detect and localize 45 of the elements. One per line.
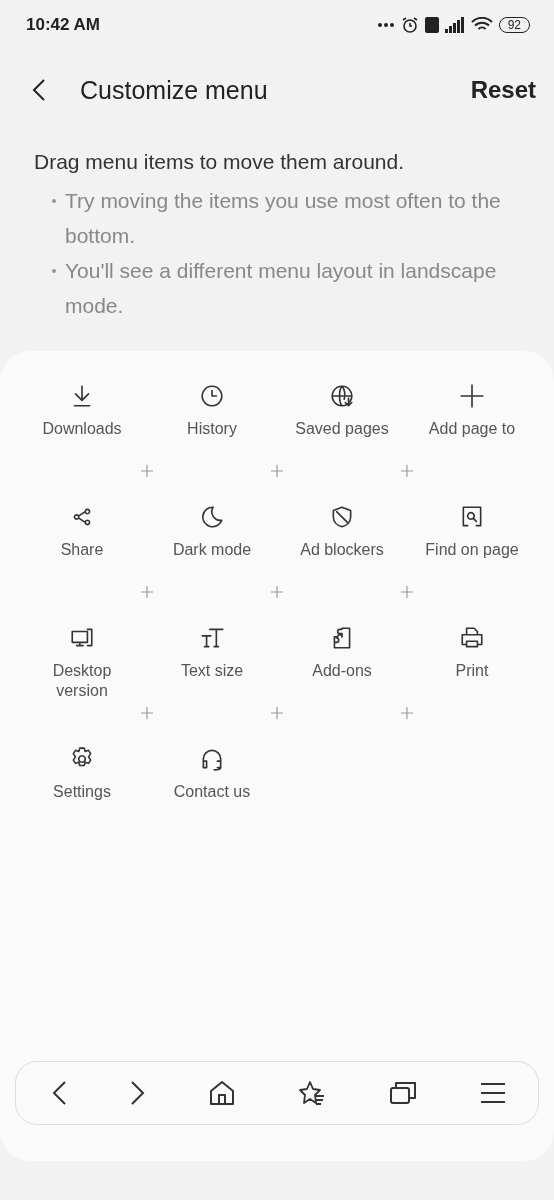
drop-slot-icon — [401, 586, 413, 598]
menu-item[interactable]: Desktop version — [26, 619, 138, 725]
bullet-icon — [52, 269, 56, 273]
menu-item[interactable]: History — [156, 377, 268, 483]
bullet-icon — [52, 199, 56, 203]
page-title: Customize menu — [80, 75, 269, 105]
menu-item[interactable]: Contact us — [156, 740, 268, 846]
menu-item[interactable]: Text size — [156, 619, 268, 725]
menu-item[interactable]: Saved pages — [286, 377, 398, 483]
tabs-icon[interactable] — [389, 1080, 417, 1106]
plus-icon — [459, 383, 485, 409]
drop-slot-icon — [401, 465, 413, 477]
clock-icon — [199, 383, 225, 409]
menu-item[interactable]: Find on page — [416, 498, 528, 604]
drop-slot-icon — [271, 586, 283, 598]
drop-slot-icon — [141, 465, 153, 477]
drop-slot-icon — [271, 707, 283, 719]
menu-icon[interactable] — [480, 1081, 506, 1105]
menu-item[interactable]: Ad blockers — [286, 498, 398, 604]
menu-item[interactable]: Dark mode — [156, 498, 268, 604]
menu-item[interactable]: Add page to — [416, 377, 528, 483]
tip-text: Try moving the items you use most often to the bottom. — [65, 188, 502, 249]
alarm-clock-icon — [400, 16, 419, 34]
menu-item[interactable]: Downloads — [26, 377, 138, 483]
forward-icon[interactable] — [130, 1080, 146, 1106]
back-icon[interactable] — [32, 78, 46, 102]
home-icon[interactable] — [209, 1080, 235, 1106]
reset-button[interactable]: Reset — [470, 72, 536, 108]
drop-slot-icon — [141, 707, 153, 719]
menu-item[interactable]: Share — [26, 498, 138, 604]
drop-slot-icon — [401, 707, 413, 719]
globe-icon — [329, 383, 355, 409]
menu-item[interactable]: Add-ons — [286, 619, 398, 725]
drop-slot-icon — [271, 465, 283, 477]
menu-item[interactable]: Settings — [26, 740, 138, 846]
instruction-text: Drag menu items to move them around. — [34, 149, 405, 175]
tip-text: You'll see a different menu layout in landscape mode. — [65, 258, 498, 319]
star-list-icon[interactable] — [298, 1080, 326, 1106]
back-icon[interactable] — [51, 1080, 67, 1106]
menu-item[interactable]: Print — [416, 619, 528, 725]
signal-icon — [444, 17, 465, 33]
status-time: 10:42 AM — [26, 15, 100, 35]
drop-slot-icon — [141, 586, 153, 598]
moon-icon — [199, 504, 225, 530]
more-dots-icon — [376, 22, 395, 28]
